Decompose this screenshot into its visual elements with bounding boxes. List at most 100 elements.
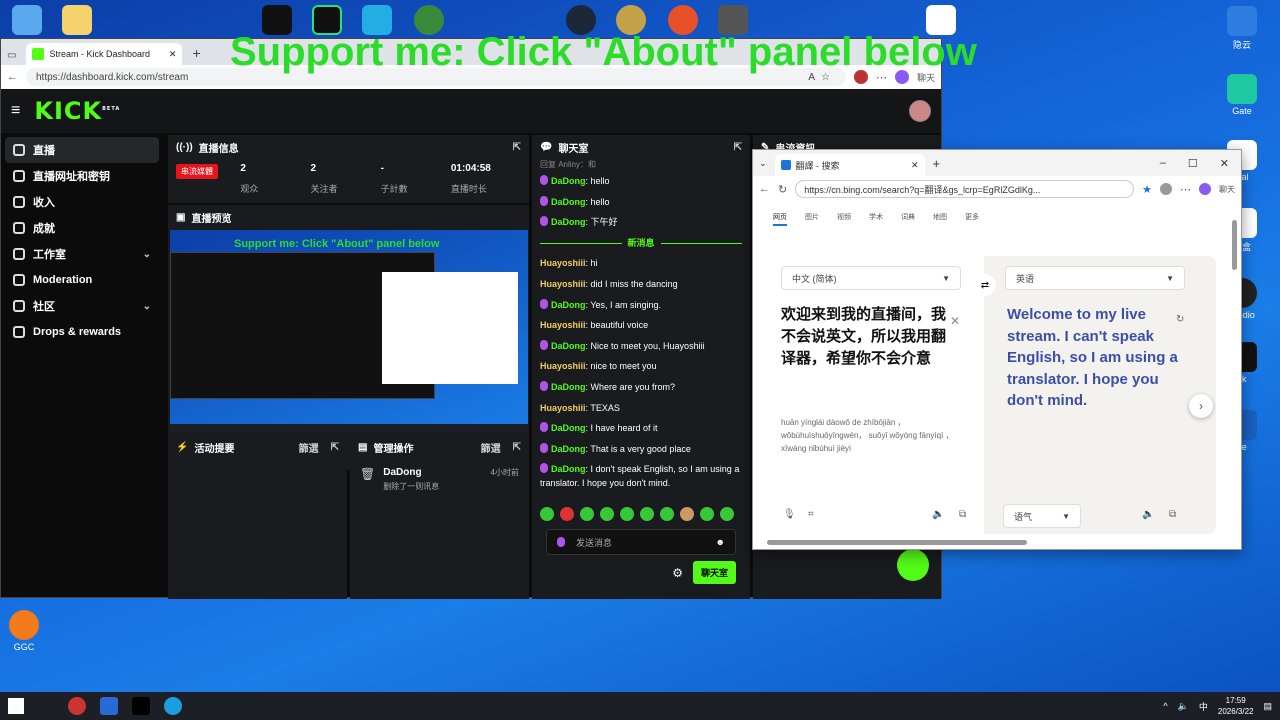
- swap-languages-icon[interactable]: ⇄: [974, 274, 996, 296]
- horizontal-scrollbar[interactable]: [767, 540, 1027, 545]
- bing-nav-academic[interactable]: 学术: [869, 212, 883, 234]
- notification-icon[interactable]: ▤: [1263, 701, 1272, 712]
- bing-nav-images[interactable]: 图片: [805, 212, 819, 234]
- profile-avatar-icon[interactable]: [1160, 183, 1172, 195]
- chat-message[interactable]: DaDong: hello: [540, 192, 742, 213]
- popout-icon[interactable]: ⇱: [331, 442, 339, 453]
- chat-message[interactable]: DaDong: Yes, I am singing.: [540, 295, 742, 316]
- close-window-icon[interactable]: ✕: [1220, 157, 1229, 170]
- chat-message[interactable]: Huayoshiii: hi: [540, 253, 742, 274]
- chat-username[interactable]: DaDong: [551, 197, 586, 207]
- copy-icon[interactable]: ⧉: [959, 509, 966, 520]
- menu-icon[interactable]: ≡: [11, 102, 20, 120]
- popout-icon[interactable]: ⇱: [734, 142, 742, 153]
- sidebar-item-achievements[interactable]: 成就: [5, 215, 159, 241]
- tone-select[interactable]: 语气 ▼: [1003, 504, 1081, 528]
- chat-username[interactable]: DaDong: [551, 217, 586, 227]
- copy-icon[interactable]: ⧉: [1169, 509, 1176, 520]
- tab-actions-icon[interactable]: ▭: [7, 50, 16, 61]
- chat-message[interactable]: DaDong: I have heard of it: [540, 418, 742, 439]
- chat-message[interactable]: DaDong: Where are you from?: [540, 377, 742, 398]
- chat-send-button[interactable]: 聊天室: [692, 561, 736, 584]
- chat-message[interactable]: DaDong: That is a very good place: [540, 439, 742, 460]
- sidebar-item-live[interactable]: 直播: [5, 137, 159, 163]
- tab-menu-icon[interactable]: ⌄: [759, 158, 767, 169]
- taskbar-edge-icon[interactable]: [164, 697, 182, 715]
- back-icon[interactable]: ←: [7, 71, 18, 83]
- taskbar-app-icon[interactable]: [68, 697, 86, 715]
- emote-icon[interactable]: [620, 507, 634, 521]
- sidebar-item-community[interactable]: 社区 ⌄: [5, 293, 159, 319]
- bing-nav-web[interactable]: 网页: [773, 212, 787, 226]
- vertical-scrollbar[interactable]: [1232, 220, 1237, 270]
- taskbar-app-icon[interactable]: [100, 697, 118, 715]
- taskbar-tiktok-icon[interactable]: [132, 697, 150, 715]
- chat-username[interactable]: Huayoshiii: [540, 361, 586, 371]
- close-tab-icon[interactable]: ✕: [911, 160, 919, 171]
- clear-icon[interactable]: ✕: [950, 314, 960, 328]
- more-icon[interactable]: ⋯: [1180, 183, 1191, 196]
- next-arrow-icon[interactable]: ›: [1189, 394, 1213, 418]
- new-tab-icon[interactable]: +: [192, 45, 200, 61]
- emote-icon[interactable]: [560, 507, 574, 521]
- kick-logo[interactable]: KICKBETA: [34, 97, 120, 125]
- emote-icon[interactable]: [640, 507, 654, 521]
- chat-username[interactable]: Huayoshiii: [540, 320, 586, 330]
- clock[interactable]: 17:59 2026/3/22: [1218, 695, 1254, 717]
- speaker-icon[interactable]: 🔈: [932, 509, 944, 520]
- emote-icon[interactable]: [580, 507, 594, 521]
- chat-username[interactable]: DaDong: [551, 382, 586, 392]
- chat-username[interactable]: DaDong: [551, 300, 586, 310]
- chat-message[interactable]: Huayoshiii: nice to meet you: [540, 356, 742, 377]
- support-bubble-icon[interactable]: [897, 549, 929, 581]
- sidebar-item-studio[interactable]: 工作室 ⌄: [5, 241, 159, 267]
- chat-message[interactable]: DaDong: hello: [540, 171, 742, 192]
- tray-chevron-icon[interactable]: ^: [1163, 701, 1167, 711]
- filter-button[interactable]: 篩選: [481, 440, 501, 455]
- copilot-label[interactable]: 聊天: [1219, 184, 1235, 195]
- tab-kick-dashboard[interactable]: Stream - Kick Dashboard ✕: [26, 43, 183, 65]
- popout-icon[interactable]: ⇱: [513, 142, 521, 153]
- bing-nav-more[interactable]: 更多: [965, 212, 979, 234]
- back-icon[interactable]: ←: [759, 183, 770, 195]
- emoji-icon[interactable]: ☻: [716, 537, 725, 547]
- target-language-select[interactable]: 英语 ▼: [1005, 266, 1185, 290]
- mic-icon[interactable]: [557, 537, 565, 547]
- bing-nav-videos[interactable]: 视频: [837, 212, 851, 234]
- avatar[interactable]: [909, 100, 931, 122]
- camera-scan-icon[interactable]: ⌗: [808, 509, 814, 520]
- chat-username[interactable]: DaDong: [551, 444, 586, 454]
- chat-username[interactable]: Huayoshiii: [540, 258, 586, 268]
- favorite-star-icon[interactable]: ★: [1142, 183, 1152, 196]
- windows-start-icon[interactable]: [8, 698, 24, 714]
- ime-indicator[interactable]: 中: [1199, 700, 1208, 713]
- refresh-translation-icon[interactable]: ↻: [1176, 314, 1184, 325]
- volume-icon[interactable]: 🔈: [1178, 701, 1189, 712]
- sidebar-item-drops[interactable]: Drops & rewards: [5, 319, 159, 345]
- chat-username[interactable]: DaDong: [551, 176, 586, 186]
- microphone-icon[interactable]: 🎙: [783, 509, 796, 520]
- filter-button[interactable]: 篩選: [299, 440, 319, 455]
- chat-username[interactable]: DaDong: [551, 423, 586, 433]
- chat-message[interactable]: Huayoshiii: TEXAS: [540, 398, 742, 419]
- chat-input[interactable]: 发送消息 ☻: [546, 529, 736, 555]
- speaker-icon[interactable]: 🔈: [1142, 509, 1154, 520]
- close-tab-icon[interactable]: ✕: [169, 49, 177, 60]
- source-language-select[interactable]: 中文 (简体) ▼: [781, 266, 961, 290]
- desktop-icon-gate[interactable]: Gate: [1222, 74, 1262, 116]
- chat-username[interactable]: Huayoshiii: [540, 403, 586, 413]
- desktop-icon-this-pc[interactable]: [12, 5, 42, 35]
- emote-icon[interactable]: [700, 507, 714, 521]
- minimize-icon[interactable]: –: [1160, 157, 1166, 170]
- stream-preview-video[interactable]: Support me: Click "About" panel below: [170, 230, 528, 432]
- bing-nav-maps[interactable]: 地图: [933, 212, 947, 234]
- chat-message[interactable]: Huayoshiii: beautiful voice: [540, 315, 742, 336]
- emote-icon[interactable]: [680, 507, 694, 521]
- sidebar-item-moderation[interactable]: Moderation: [5, 267, 159, 293]
- chat-username[interactable]: Huayoshiii: [540, 279, 586, 289]
- new-tab-icon[interactable]: +: [933, 156, 941, 171]
- sidebar-item-revenue[interactable]: 收入: [5, 189, 159, 215]
- bing-url-field[interactable]: https://cn.bing.com/search?q=翻译&gs_lcrp=…: [795, 180, 1135, 198]
- sidebar-item-stream-key[interactable]: 直播网址和密钥: [5, 163, 159, 189]
- chat-message[interactable]: Huayoshiii: did I miss the dancing: [540, 274, 742, 295]
